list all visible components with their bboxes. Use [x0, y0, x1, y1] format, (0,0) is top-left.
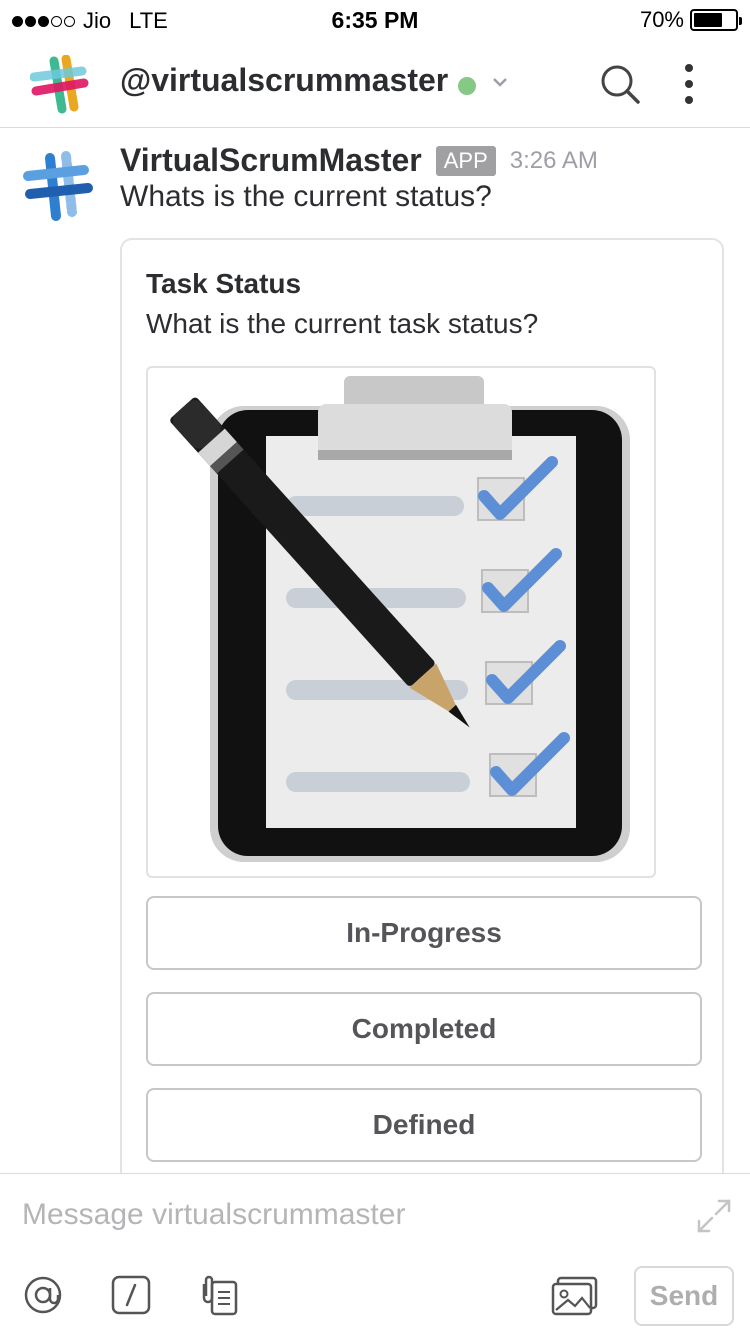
- slash-icon[interactable]: [110, 1274, 152, 1316]
- message-input[interactable]: Message virtualscrummaster: [22, 1198, 405, 1232]
- action-button-in-progress[interactable]: In-Progress: [146, 896, 702, 970]
- message-timestamp: 3:26 AM: [509, 146, 598, 174]
- chevron-down-icon[interactable]: [490, 72, 510, 92]
- send-button[interactable]: Send: [634, 1266, 734, 1326]
- message-composer: Message virtualscrummaster Send: [0, 1173, 750, 1334]
- status-time: 6:35 PM: [331, 7, 419, 33]
- message-attachment: Task Status What is the current task sta…: [120, 238, 724, 1173]
- status-bar: Jio LTE 6:35 PM 70%: [0, 0, 750, 40]
- battery-info: 70%: [639, 7, 742, 33]
- action-button-completed[interactable]: Completed: [146, 992, 702, 1066]
- expand-icon[interactable]: [696, 1198, 732, 1234]
- message-text: Whats is the current status?: [120, 180, 492, 213]
- action-button-defined[interactable]: Defined: [146, 1088, 702, 1162]
- presence-indicator: [458, 77, 476, 95]
- attachment-title: Task Status: [146, 268, 302, 299]
- conversation-header: @virtualscrummaster: [0, 40, 750, 128]
- attachment-text: What is the current task status?: [146, 308, 539, 339]
- image-icon[interactable]: [550, 1274, 600, 1316]
- sender-name[interactable]: VirtualScrumMaster: [120, 142, 422, 179]
- bot-avatar[interactable]: [22, 150, 96, 224]
- attachment-icon[interactable]: [198, 1274, 240, 1316]
- more-vertical-icon[interactable]: [672, 60, 706, 108]
- battery-percent: 70%: [639, 7, 684, 32]
- message-list: VirtualScrumMaster APP 3:26 AM Whats is …: [0, 128, 750, 1173]
- slack-logo-icon[interactable]: [30, 55, 90, 115]
- at-icon[interactable]: [22, 1274, 64, 1316]
- clipboard-checklist-icon: [170, 376, 630, 862]
- message-header: VirtualScrumMaster APP 3:26 AM: [120, 142, 598, 179]
- search-icon[interactable]: [598, 62, 642, 106]
- app-badge: APP: [435, 145, 496, 176]
- attachment-image[interactable]: [146, 366, 656, 878]
- channel-name[interactable]: @virtualscrummaster: [120, 62, 448, 99]
- battery-icon: [690, 9, 742, 31]
